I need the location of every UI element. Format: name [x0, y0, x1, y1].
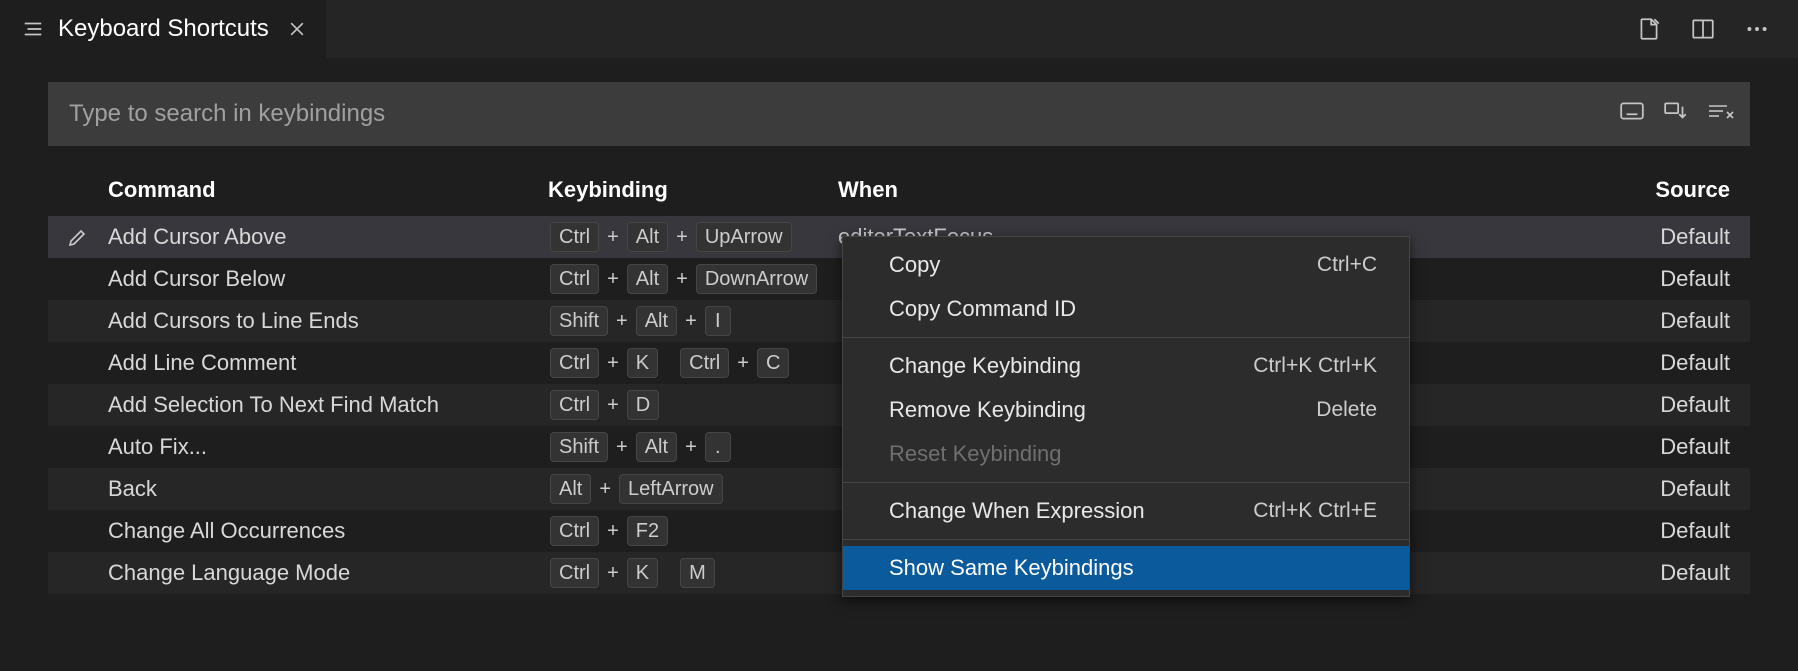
cell-source: Default: [1418, 518, 1742, 544]
cell-source: Default: [1418, 266, 1742, 292]
search-actions: [1619, 100, 1735, 128]
menu-item[interactable]: Remove Keybinding Delete: [843, 388, 1409, 432]
keycap: C: [757, 348, 789, 378]
cell-keybinding: Ctrl+Alt+UpArrow: [548, 222, 838, 252]
keycap: Alt: [636, 432, 677, 462]
keycap: Ctrl: [550, 348, 599, 378]
cell-keybinding: Alt+LeftArrow: [548, 474, 838, 504]
menu-item-shortcut: Delete: [1316, 398, 1377, 422]
cell-source: Default: [1418, 392, 1742, 418]
col-command[interactable]: Command: [108, 177, 548, 203]
menu-item-label: Change When Expression: [889, 498, 1145, 524]
keycap: DownArrow: [696, 264, 817, 294]
keycap: Shift: [550, 432, 608, 462]
keycap: M: [680, 558, 715, 588]
menu-item[interactable]: Change When Expression Ctrl+K Ctrl+E: [843, 489, 1409, 533]
keycap: D: [627, 390, 659, 420]
close-icon[interactable]: [283, 15, 311, 43]
keycap: Ctrl: [550, 222, 599, 252]
cell-command: Add Selection To Next Find Match: [108, 392, 548, 418]
cell-source: Default: [1418, 308, 1742, 334]
menu-separator: [843, 539, 1409, 540]
tab-title: Keyboard Shortcuts: [58, 15, 269, 43]
context-menu: Copy Ctrl+C Copy Command ID Change Keybindi…: [842, 236, 1410, 597]
record-keys-icon[interactable]: [1619, 100, 1645, 128]
keycap: F2: [627, 516, 668, 546]
active-tab[interactable]: Keyboard Shortcuts: [0, 0, 326, 58]
list-icon: [22, 18, 44, 40]
keycap: UpArrow: [696, 222, 792, 252]
more-icon[interactable]: [1744, 16, 1770, 42]
cell-command: Auto Fix...: [108, 434, 548, 460]
menu-item-shortcut: Ctrl+K Ctrl+E: [1253, 499, 1377, 523]
keycap: Alt: [636, 306, 677, 336]
keycap: Ctrl: [550, 264, 599, 294]
menu-item[interactable]: Show Same Keybindings: [843, 546, 1409, 590]
col-when[interactable]: When: [838, 177, 1418, 203]
keycap: Shift: [550, 306, 608, 336]
keycap: Ctrl: [550, 390, 599, 420]
edit-icon[interactable]: [66, 225, 90, 249]
row-gutter: [48, 225, 108, 249]
keycap: LeftArrow: [619, 474, 723, 504]
keycap: Ctrl: [550, 558, 599, 588]
cell-keybinding: Ctrl+F2: [548, 516, 838, 546]
keycap: Ctrl: [680, 348, 729, 378]
menu-item-label: Remove Keybinding: [889, 397, 1086, 423]
sort-icon[interactable]: [1663, 100, 1689, 128]
col-keybinding[interactable]: Keybinding: [548, 177, 838, 203]
cell-keybinding: Ctrl+KCtrl+C: [548, 348, 838, 378]
keycap: Ctrl: [550, 516, 599, 546]
cell-source: Default: [1418, 350, 1742, 376]
keycap: I: [705, 306, 731, 336]
cell-keybinding: Ctrl+Alt+DownArrow: [548, 264, 838, 294]
cell-source: Default: [1418, 434, 1742, 460]
keycap: Alt: [627, 222, 668, 252]
keycap: Alt: [627, 264, 668, 294]
search-row: [48, 82, 1750, 146]
menu-item-label: Change Keybinding: [889, 353, 1081, 379]
cell-keybinding: Shift+Alt+.: [548, 432, 838, 462]
menu-item-label: Reset Keybinding: [889, 441, 1061, 467]
cell-source: Default: [1418, 560, 1742, 586]
menu-item[interactable]: Copy Ctrl+C: [843, 243, 1409, 287]
cell-source: Default: [1418, 476, 1742, 502]
title-actions: [1636, 0, 1798, 58]
menu-item-shortcut: Ctrl+K Ctrl+K: [1253, 354, 1377, 378]
cell-command: Back: [108, 476, 548, 502]
cell-command: Change Language Mode: [108, 560, 548, 586]
menu-separator: [843, 482, 1409, 483]
menu-item[interactable]: Change Keybinding Ctrl+K Ctrl+K: [843, 344, 1409, 388]
menu-item-label: Show Same Keybindings: [889, 555, 1134, 581]
cell-source: Default: [1418, 224, 1742, 250]
clear-filter-icon[interactable]: [1707, 100, 1735, 128]
cell-command: Add Cursor Below: [108, 266, 548, 292]
keycap: K: [627, 558, 658, 588]
cell-keybinding: Shift+Alt+I: [548, 306, 838, 336]
split-editor-icon[interactable]: [1690, 16, 1716, 42]
menu-item-shortcut: Ctrl+C: [1317, 253, 1377, 277]
cell-command: Add Line Comment: [108, 350, 548, 376]
cell-command: Add Cursors to Line Ends: [108, 308, 548, 334]
menu-item-label: Copy Command ID: [889, 296, 1076, 322]
col-source[interactable]: Source: [1418, 177, 1742, 203]
search-input[interactable]: [69, 100, 1619, 128]
keycap: Alt: [550, 474, 591, 504]
open-file-icon[interactable]: [1636, 16, 1662, 42]
menu-item-label: Copy: [889, 252, 940, 278]
cell-keybinding: Ctrl+KM: [548, 558, 838, 588]
keycap: .: [705, 432, 731, 462]
cell-command: Add Cursor Above: [108, 224, 548, 250]
cell-command: Change All Occurrences: [108, 518, 548, 544]
cell-keybinding: Ctrl+D: [548, 390, 838, 420]
keycap: K: [627, 348, 658, 378]
menu-separator: [843, 337, 1409, 338]
menu-item: Reset Keybinding: [843, 432, 1409, 476]
menu-item[interactable]: Copy Command ID: [843, 287, 1409, 331]
table-header: Command Keybinding When Source: [48, 164, 1750, 216]
title-bar: Keyboard Shortcuts: [0, 0, 1798, 58]
